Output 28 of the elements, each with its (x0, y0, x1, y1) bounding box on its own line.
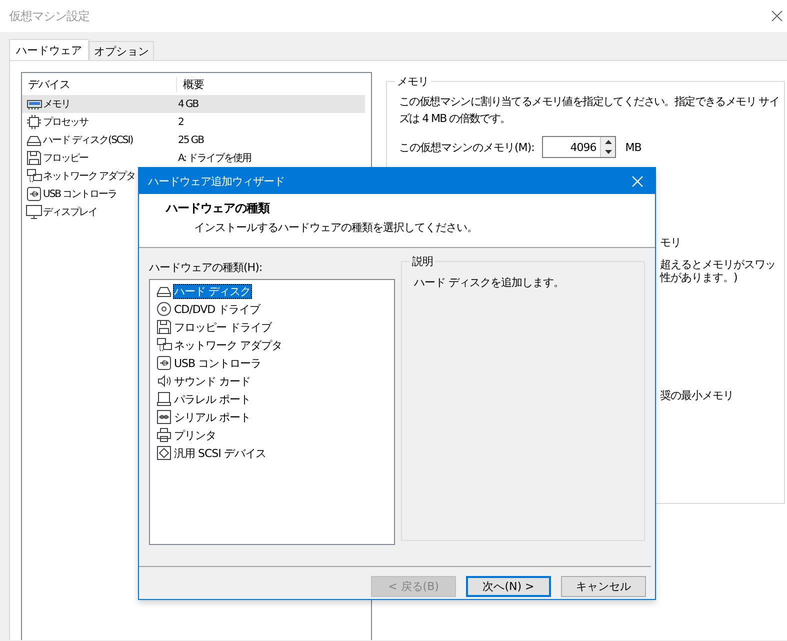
step-heading: ハードウェアの種類 (166, 200, 271, 217)
step-subtitle: インストールするハードウェアの種類を選択してください。 (194, 220, 478, 235)
device-name: ディスプレイ (43, 206, 97, 219)
list-label: ハードウェアの種類(H): (149, 260, 264, 275)
device-summary: 2 (178, 116, 184, 128)
column-header: 概要 (182, 76, 204, 92)
group-label: 説明 (411, 254, 434, 269)
unit-label: MB (625, 140, 642, 154)
device-name: ネットワーク アダプタ (43, 170, 136, 183)
device-name: メモリ (43, 98, 70, 111)
device-name: プロセッサ (43, 116, 88, 129)
window-title: 仮想マシン設定 (9, 8, 90, 24)
description-text: ハード ディスクを追加します。 (414, 276, 564, 289)
device-summary: 4 GB (178, 98, 198, 110)
memory-description: この仮想マシンに割り当てるメモリ値を指定してください。指定できるメモリ サイズは 4 MB の倍数です。 (399, 94, 780, 127)
group-label: メモリ (396, 74, 430, 89)
device-summary: A: ドライブを使用 (178, 152, 252, 165)
column-header: デバイス (22, 76, 177, 92)
obscured-text: モリ (660, 236, 682, 249)
obscured-text: 超えるとメモリがスワッ (660, 258, 776, 271)
device-name: ハード ディスク(SCSI) (43, 134, 133, 147)
memory-label: この仮想マシンのメモリ(M): (399, 140, 534, 154)
device-name: USB コントローラ (43, 188, 117, 201)
device-summary: 25 GB (178, 134, 204, 146)
device-name: フロッピー (43, 152, 88, 165)
dialog-title: ハードウェア追加ウィザード (148, 174, 284, 188)
obscured-text: 奨の最小メモリ (660, 389, 734, 402)
obscured-text: 性があります。) (660, 271, 738, 284)
